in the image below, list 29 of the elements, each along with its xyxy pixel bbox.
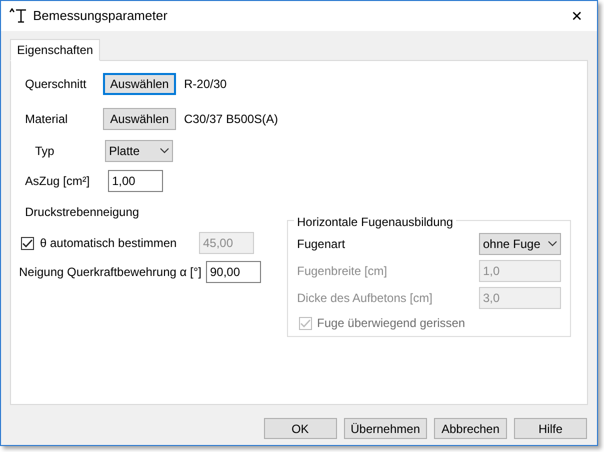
field-label: Querschnitt: [25, 76, 88, 93]
window-title: Bemessungsparameter: [33, 7, 168, 26]
input-field[interactable]: 1,00: [108, 170, 163, 192]
dialog-button[interactable]: Abbrechen: [434, 418, 507, 439]
field-label: Neigung Querkraftbewehrung α [°]: [19, 264, 203, 281]
field-label: Material: [25, 111, 69, 128]
app-icon: [9, 8, 27, 24]
select-button[interactable]: Auswählen: [103, 108, 176, 130]
checkbox-label: θ automatisch bestimmen: [40, 235, 178, 252]
tab[interactable]: Eigenschaften: [10, 39, 100, 61]
field-label: Typ: [35, 143, 56, 160]
field-value: R-20/30: [184, 76, 227, 93]
field-label: Fugenart: [297, 236, 346, 253]
caret-icon: [160, 148, 169, 154]
select-button[interactable]: Auswählen: [103, 73, 176, 95]
dialog-button[interactable]: Hilfe: [514, 418, 587, 439]
field-label: Dicke des Aufbetons [cm]: [297, 290, 432, 307]
dialog-button[interactable]: OK: [264, 418, 337, 439]
caret-icon: [548, 241, 557, 247]
close-button[interactable]: ✕: [557, 2, 597, 30]
field-value: C30/37 B500S(A): [184, 111, 278, 128]
field-label: Fugenbreite [cm]: [297, 263, 388, 280]
checkbox-label: Fuge überwiegend gerissen: [317, 315, 466, 332]
section-title: Druckstrebenneigung: [25, 204, 140, 221]
dropdown[interactable]: ohne Fuge: [479, 233, 561, 255]
field-label: AsZug [cm²]: [25, 173, 91, 190]
dropdown[interactable]: Platte: [105, 140, 173, 162]
dialog-button[interactable]: Übernehmen: [344, 418, 427, 439]
input-field[interactable]: 90,00: [206, 261, 261, 283]
